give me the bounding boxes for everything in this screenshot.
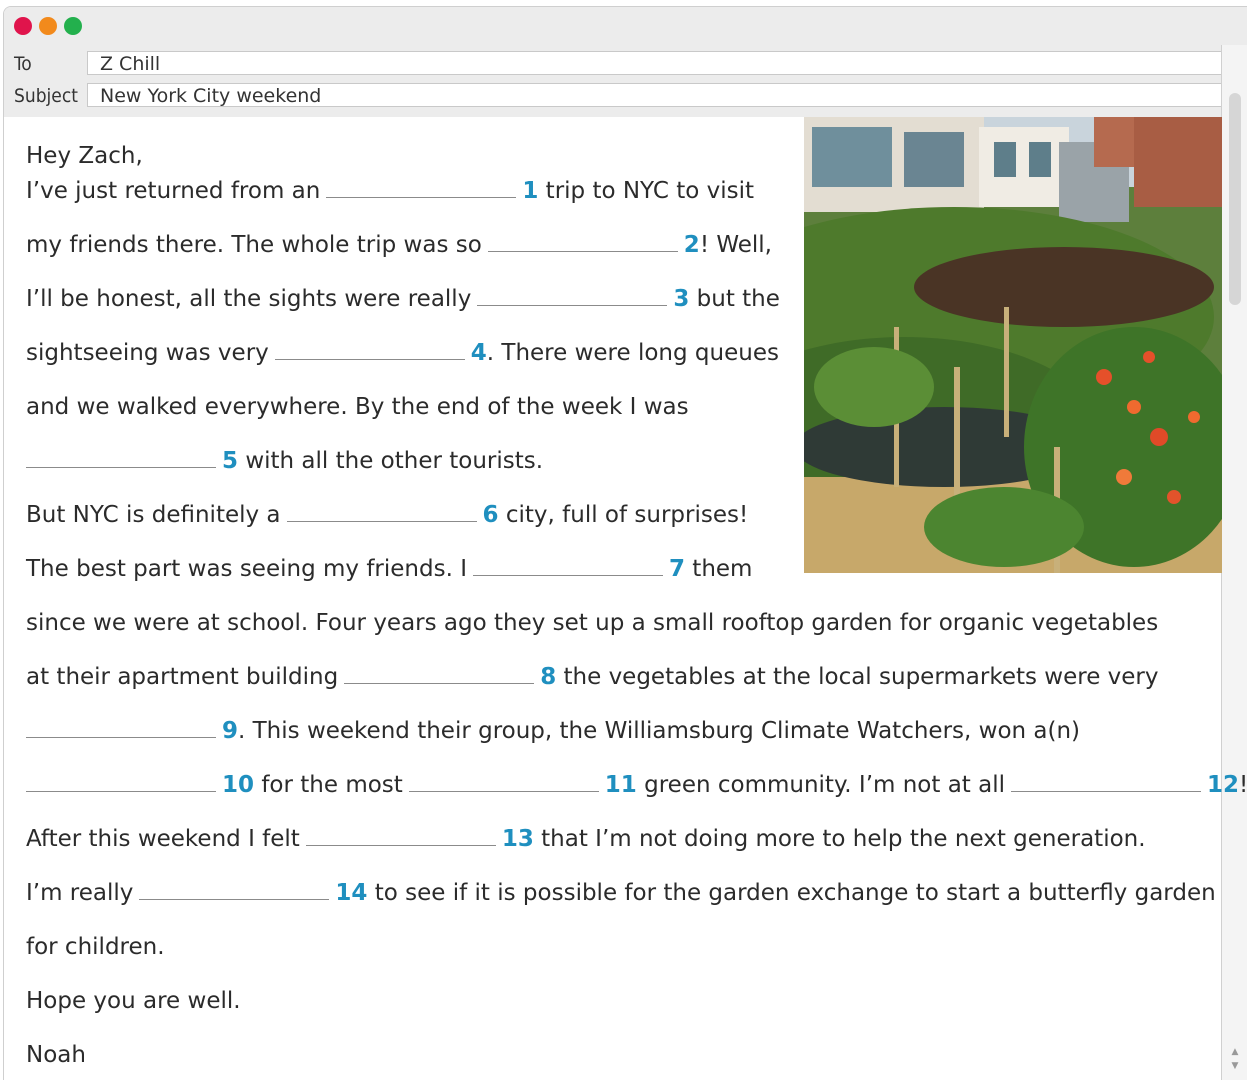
gap-12-blank[interactable] [1011, 785, 1201, 792]
gap-10-blank[interactable] [26, 785, 216, 792]
to-row: To Z Chill [4, 51, 1222, 77]
text-line: since we were at school. Four years ago … [26, 610, 1159, 636]
to-field[interactable]: Z Chill [87, 51, 1222, 75]
gap-6-blank[interactable] [286, 515, 477, 522]
email-body[interactable]: Hey Zach, I’ve just returned from an 1 tr… [4, 117, 1247, 1080]
close-window-button[interactable] [14, 17, 32, 35]
text-line: 5 with all the other tourists. [26, 446, 543, 476]
text-line: sightseeing was very 4. There were long q… [26, 340, 779, 366]
gap-number: 7 [668, 556, 685, 582]
text-line: 9. This weekend their group, the William… [26, 716, 1080, 746]
gap-3-blank[interactable] [477, 299, 668, 306]
gap-11-blank[interactable] [408, 785, 599, 792]
email-compose-window: To Z Chill Subject New York City weekend… [3, 6, 1247, 1080]
gap-14-blank[interactable] [139, 893, 330, 900]
text-line: my friends there. The whole trip was so 2… [26, 232, 772, 258]
subject-field[interactable]: New York City weekend [87, 83, 1222, 107]
title-bar [4, 7, 1247, 46]
gap-5-blank[interactable] [26, 461, 216, 468]
subject-label: Subject [14, 85, 78, 107]
gap-number: 14 [335, 880, 368, 906]
gap-number: 6 [482, 502, 499, 528]
vertical-scrollbar[interactable]: ▲ ▼ [1221, 45, 1247, 1080]
greeting-line: Hey Zach, [26, 143, 143, 169]
text-line: I’m really 14 to see if it is possible fo… [26, 880, 1216, 906]
text-line: After this weekend I felt 13 that I’m not… [26, 826, 1146, 852]
text-line: 10 for the most 11 green community. I’m n… [26, 770, 1247, 800]
gap-number: 9 [222, 718, 239, 744]
gap-number: 3 [673, 286, 690, 312]
text-line: But NYC is definitely a6 city, full of s… [26, 502, 749, 528]
scroll-up-arrow-icon[interactable]: ▲ [1229, 1046, 1241, 1058]
gap-13-blank[interactable] [305, 839, 496, 846]
subject-row: Subject New York City weekend [4, 83, 1222, 109]
gap-4-blank[interactable] [274, 353, 465, 360]
text-line: at their apartment building 8 the vegetab… [26, 664, 1159, 690]
scroll-down-arrow-icon[interactable]: ▼ [1229, 1060, 1241, 1072]
gap-2-blank[interactable] [487, 245, 678, 252]
maximize-window-button[interactable] [64, 17, 82, 35]
text-line: and we walked everywhere. By the end of … [26, 394, 689, 420]
gap-7-blank[interactable] [472, 569, 663, 576]
text-line: I’ll be honest, all the sights were real… [26, 286, 780, 312]
rooftop-garden-photo [804, 117, 1222, 573]
gap-number: 8 [540, 664, 557, 690]
to-label: To [14, 53, 32, 75]
gap-number: 5 [222, 448, 239, 474]
gap-number: 2 [683, 232, 700, 258]
gap-number: 4 [470, 340, 487, 366]
gap-number: 10 [222, 772, 255, 798]
gap-1-blank[interactable] [326, 191, 517, 198]
gap-number: 13 [501, 826, 534, 852]
gap-9-blank[interactable] [26, 731, 216, 738]
gap-number: 12 [1207, 772, 1240, 798]
email-header: To Z Chill Subject New York City weekend [4, 45, 1222, 117]
scrollbar-thumb[interactable] [1229, 93, 1241, 305]
gap-number: 11 [604, 772, 637, 798]
gap-number: 1 [522, 178, 539, 204]
text-line: I’ve just returned from an 1 trip to NYC … [26, 178, 755, 204]
minimize-window-button[interactable] [39, 17, 57, 35]
gap-8-blank[interactable] [344, 677, 535, 684]
signature: Noah [26, 1042, 86, 1068]
text-line: for children. [26, 934, 165, 960]
text-line: The best part was seeing my friends. I7 … [26, 556, 753, 582]
closing-line: Hope you are well. [26, 988, 241, 1014]
